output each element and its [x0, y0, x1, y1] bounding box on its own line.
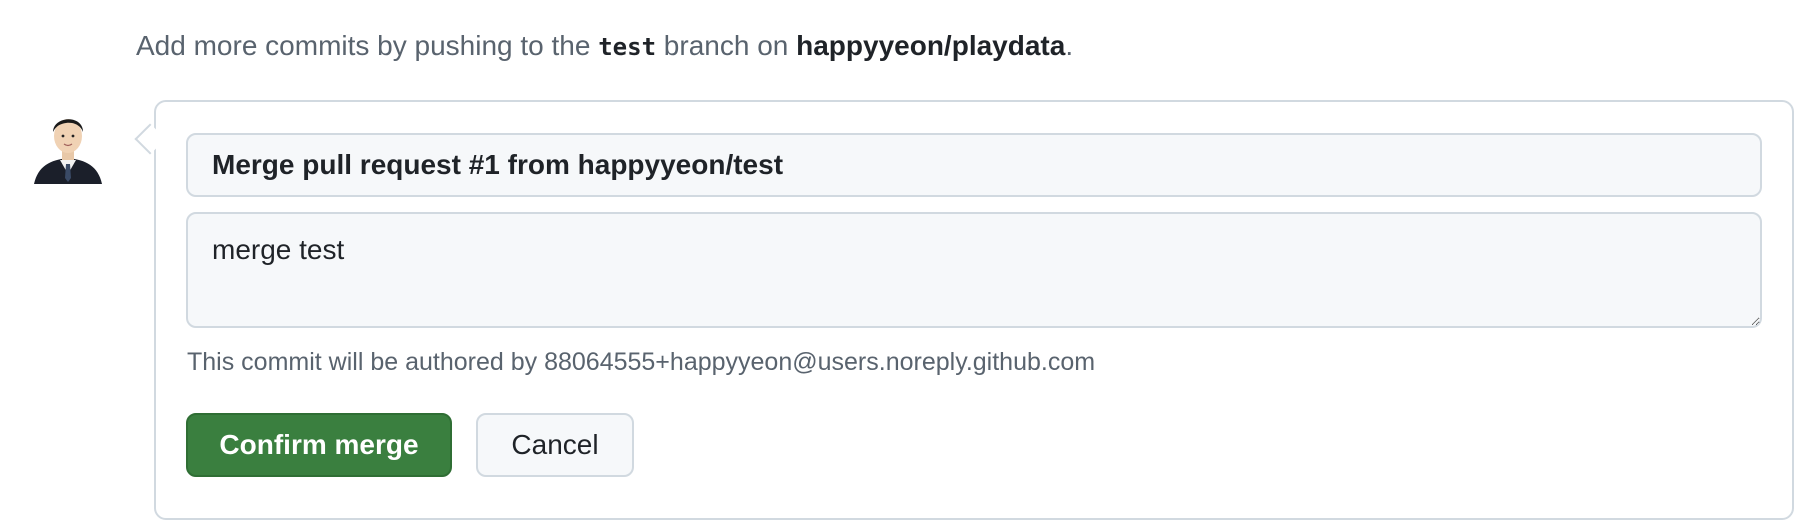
commit-hint: Add more commits by pushing to the test …	[136, 26, 1073, 67]
repo-name: happyyeon/playdata	[796, 30, 1066, 61]
user-avatar-icon	[34, 119, 102, 184]
commit-body-textarea[interactable]: merge test	[186, 212, 1762, 328]
author-note: This commit will be authored by 88064555…	[187, 348, 1096, 376]
commit-title-input[interactable]	[186, 133, 1762, 197]
hint-prefix: Add more commits by pushing to the	[136, 30, 599, 61]
avatar[interactable]	[30, 104, 106, 184]
hint-middle: branch on	[656, 30, 797, 61]
confirm-merge-button[interactable]: Confirm merge	[186, 413, 452, 477]
hint-suffix: .	[1065, 30, 1074, 61]
cancel-button[interactable]: Cancel	[476, 413, 634, 477]
branch-name: test	[598, 33, 657, 61]
